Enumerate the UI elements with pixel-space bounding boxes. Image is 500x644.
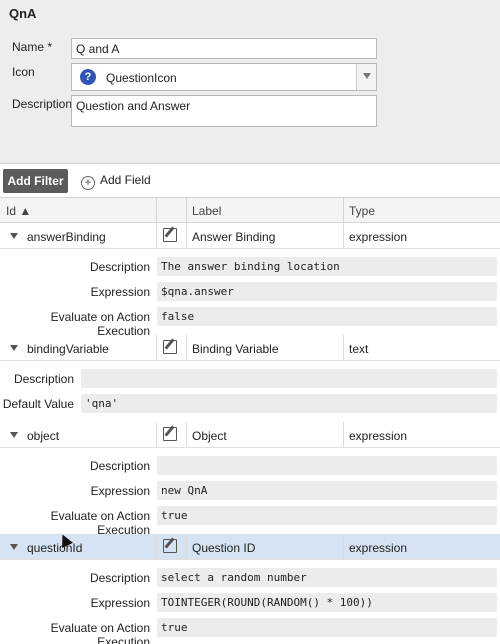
column-divider <box>186 223 187 248</box>
edit-icon[interactable] <box>163 228 177 242</box>
detail-label: Evaluate on Action Execution <box>50 310 150 338</box>
row-label: Binding Variable <box>192 342 279 356</box>
detail-value[interactable]: true <box>157 618 497 637</box>
detail-label: Description <box>89 459 150 473</box>
row-type: text <box>349 342 369 356</box>
column-divider <box>343 223 344 248</box>
plus-circle-icon: + <box>81 176 95 190</box>
icon-select-value: QuestionIcon <box>106 71 177 85</box>
column-divider <box>186 422 187 447</box>
edit-icon[interactable] <box>163 539 177 553</box>
row-type: expression <box>349 230 408 244</box>
column-divider <box>156 534 157 559</box>
column-divider <box>343 534 344 559</box>
question-icon: ? <box>80 69 96 85</box>
edit-icon[interactable] <box>163 427 177 441</box>
table-row[interactable]: bindingVariable Binding Variable text <box>0 335 500 361</box>
description-label: Description <box>12 97 73 111</box>
table-row[interactable]: questionId Question ID expression <box>0 534 500 560</box>
toolbar: Add Filter + Add Field <box>0 165 500 197</box>
detail-value[interactable]: new QnA <box>157 481 497 500</box>
column-divider <box>343 335 344 360</box>
detail-label: Default Value <box>2 397 74 411</box>
column-divider <box>156 223 157 248</box>
table-header: Id ▲ Label Type <box>0 197 500 223</box>
icon-label: Icon <box>12 65 35 79</box>
detail-label: Evaluate on Action Execution <box>50 509 150 537</box>
row-label: Question ID <box>192 541 256 555</box>
column-header-id[interactable]: Id ▲ <box>6 204 31 218</box>
detail-value[interactable] <box>81 369 497 388</box>
name-label: Name * <box>12 40 53 54</box>
detail-label: Expression <box>90 596 150 610</box>
row-id: bindingVariable <box>27 342 109 356</box>
detail-value[interactable]: TOINTEGER(ROUND(RANDOM() * 100)) <box>157 593 497 612</box>
icon-select[interactable]: ? QuestionIcon <box>71 63 377 91</box>
column-divider <box>156 335 157 360</box>
row-id: answerBinding <box>27 230 106 244</box>
collapse-triangle-icon[interactable] <box>10 544 18 550</box>
detail-value[interactable]: select a random number <box>157 568 497 587</box>
detail-label: Expression <box>90 285 150 299</box>
column-divider <box>156 422 157 447</box>
detail-value[interactable]: true <box>157 506 497 525</box>
row-label: Object <box>192 429 227 443</box>
column-divider <box>186 198 187 222</box>
collapse-triangle-icon[interactable] <box>10 345 18 351</box>
column-divider <box>186 534 187 559</box>
row-label: Answer Binding <box>192 230 276 244</box>
row-id: object <box>27 429 60 443</box>
add-filter-button[interactable]: Add Filter <box>3 169 68 193</box>
column-header-label[interactable]: Label <box>192 204 221 218</box>
detail-value[interactable]: The answer binding location <box>157 257 497 276</box>
column-divider <box>343 422 344 447</box>
detail-value[interactable] <box>157 456 497 475</box>
column-divider <box>343 198 344 222</box>
entity-form-panel: QnA Name * Q and A Icon ? QuestionIcon D… <box>0 0 500 164</box>
column-divider <box>156 198 157 222</box>
detail-label: Expression <box>90 484 150 498</box>
column-divider <box>186 335 187 360</box>
add-field-label: Add Field <box>100 173 151 187</box>
row-type: expression <box>349 429 408 443</box>
name-field[interactable]: Q and A <box>71 38 377 59</box>
detail-label: Description <box>89 260 150 274</box>
detail-value[interactable]: $qna.answer <box>157 282 497 301</box>
page-title: QnA <box>9 6 37 21</box>
collapse-triangle-icon[interactable] <box>10 233 18 239</box>
detail-value[interactable]: false <box>157 307 497 326</box>
collapse-triangle-icon[interactable] <box>10 432 18 438</box>
edit-icon[interactable] <box>163 340 177 354</box>
detail-label: Description <box>13 372 74 386</box>
description-field[interactable]: Question and Answer <box>71 95 377 127</box>
column-header-type[interactable]: Type <box>349 204 375 218</box>
chevron-down-icon <box>363 73 371 79</box>
detail-label: Description <box>89 571 150 585</box>
dropdown-toggle[interactable] <box>356 64 376 90</box>
table-row[interactable]: answerBinding Answer Binding expression <box>0 223 500 249</box>
add-field-button[interactable]: + Add Field <box>81 173 151 190</box>
row-id: questionId <box>27 541 83 555</box>
row-type: expression <box>349 541 408 555</box>
table-row[interactable]: object Object expression <box>0 422 500 448</box>
detail-label: Evaluate on Action Execution <box>50 621 150 644</box>
detail-value[interactable]: 'qna' <box>81 394 497 413</box>
